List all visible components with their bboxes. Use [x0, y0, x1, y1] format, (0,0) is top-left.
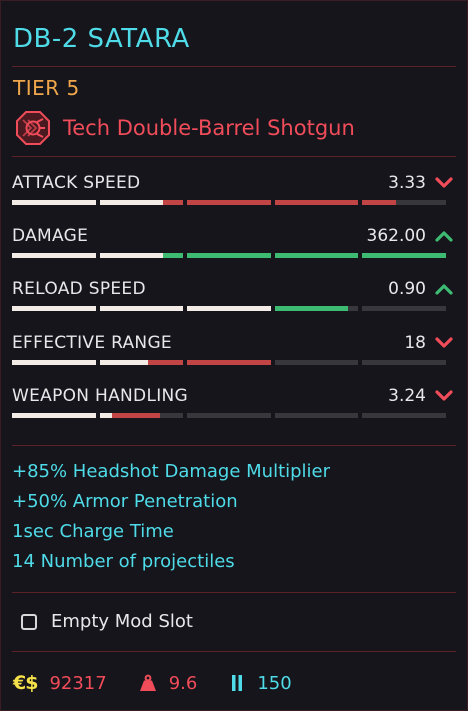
modifiers-list: +85% Headshot Damage Multiplier +50% Arm… [12, 457, 330, 577]
bar-segment [187, 253, 271, 258]
bar-segment [99, 360, 184, 365]
item-footer: €$ 92317 9.6 150 [13, 669, 292, 697]
bar-segment [274, 253, 359, 258]
weight-icon [139, 674, 156, 691]
trend-up-icon [435, 231, 453, 242]
stat-value: 0.90 [388, 279, 426, 299]
bar-segment [187, 360, 271, 365]
divider [12, 651, 456, 652]
divider [12, 592, 456, 593]
bar-segment [187, 413, 271, 418]
item-ammo: 150 [257, 672, 292, 694]
item-tier: TIER 5 [13, 76, 80, 100]
bar-segment [362, 306, 446, 311]
bar-segment [362, 253, 446, 258]
modifier-headshot: +85% Headshot Damage Multiplier [12, 461, 331, 482]
stat-value: 3.24 [388, 386, 426, 406]
trend-down-icon [435, 390, 453, 401]
stat-effective-range: EFFECTIVE RANGE 18 [12, 332, 456, 372]
mod-slot-label: Empty Mod Slot [51, 611, 193, 632]
stat-name: WEAPON HANDLING [12, 386, 189, 406]
stat-name: ATTACK SPEED [12, 173, 141, 193]
item-type-label: Tech Double-Barrel Shotgun [63, 116, 355, 140]
bar-segment [274, 306, 359, 311]
stat-reload-speed: RELOAD SPEED 0.90 [12, 278, 456, 318]
stat-bar [12, 253, 446, 258]
eurodollar-icon: €$ [13, 672, 38, 694]
stat-bar [12, 413, 446, 418]
ammo-icon [232, 675, 243, 691]
item-name: DB-2 SATARA [13, 24, 190, 54]
mod-slot[interactable]: Empty Mod Slot [21, 608, 193, 636]
trend-down-icon [435, 177, 453, 188]
modifier-armor-penetration: +50% Armor Penetration [12, 491, 238, 512]
modifier-charge-time: 1sec Charge Time [12, 521, 174, 542]
stat-bar [12, 200, 446, 205]
stat-name: RELOAD SPEED [12, 279, 146, 299]
stat-weapon-handling: WEAPON HANDLING 3.24 [12, 385, 456, 425]
stat-name: DAMAGE [12, 226, 89, 246]
bar-segment [362, 413, 446, 418]
bar-segment [12, 306, 96, 311]
trend-up-icon [435, 284, 453, 295]
stat-damage: DAMAGE 362.00 [12, 225, 456, 265]
bar-segment [362, 200, 446, 205]
item-weight: 9.6 [168, 672, 198, 694]
stat-name: EFFECTIVE RANGE [12, 333, 172, 353]
bar-segment [99, 253, 184, 258]
bar-segment [362, 360, 446, 365]
bar-segment [99, 306, 184, 311]
bar-segment [12, 253, 96, 258]
divider [12, 156, 456, 157]
bar-segment [12, 200, 96, 205]
stat-value: 3.33 [388, 173, 426, 193]
tech-weapon-icon [16, 111, 50, 145]
divider [12, 66, 456, 67]
bar-segment [12, 360, 96, 365]
bar-segment [99, 200, 184, 205]
mod-slot-checkbox[interactable] [21, 614, 37, 630]
item-type: Tech Double-Barrel Shotgun [15, 110, 355, 146]
stat-bar [12, 306, 446, 311]
bar-segment [187, 200, 271, 205]
trend-down-icon [435, 337, 453, 348]
bar-segment [274, 200, 359, 205]
bar-segment [187, 306, 271, 311]
bar-segment [274, 413, 359, 418]
stat-bar [12, 360, 446, 365]
stat-value: 362.00 [366, 226, 426, 246]
stat-attack-speed: ATTACK SPEED 3.33 [12, 172, 456, 212]
bar-segment [99, 413, 184, 418]
divider [12, 445, 456, 446]
stat-value: 18 [404, 333, 426, 353]
modifier-projectiles: 14 Number of projectiles [12, 551, 235, 572]
bar-segment [12, 413, 96, 418]
bar-segment [274, 360, 359, 365]
item-tooltip-card: DB-2 SATARA TIER 5 Tech Double-Barrel Sh… [0, 0, 468, 711]
item-price: 92317 [49, 672, 107, 694]
